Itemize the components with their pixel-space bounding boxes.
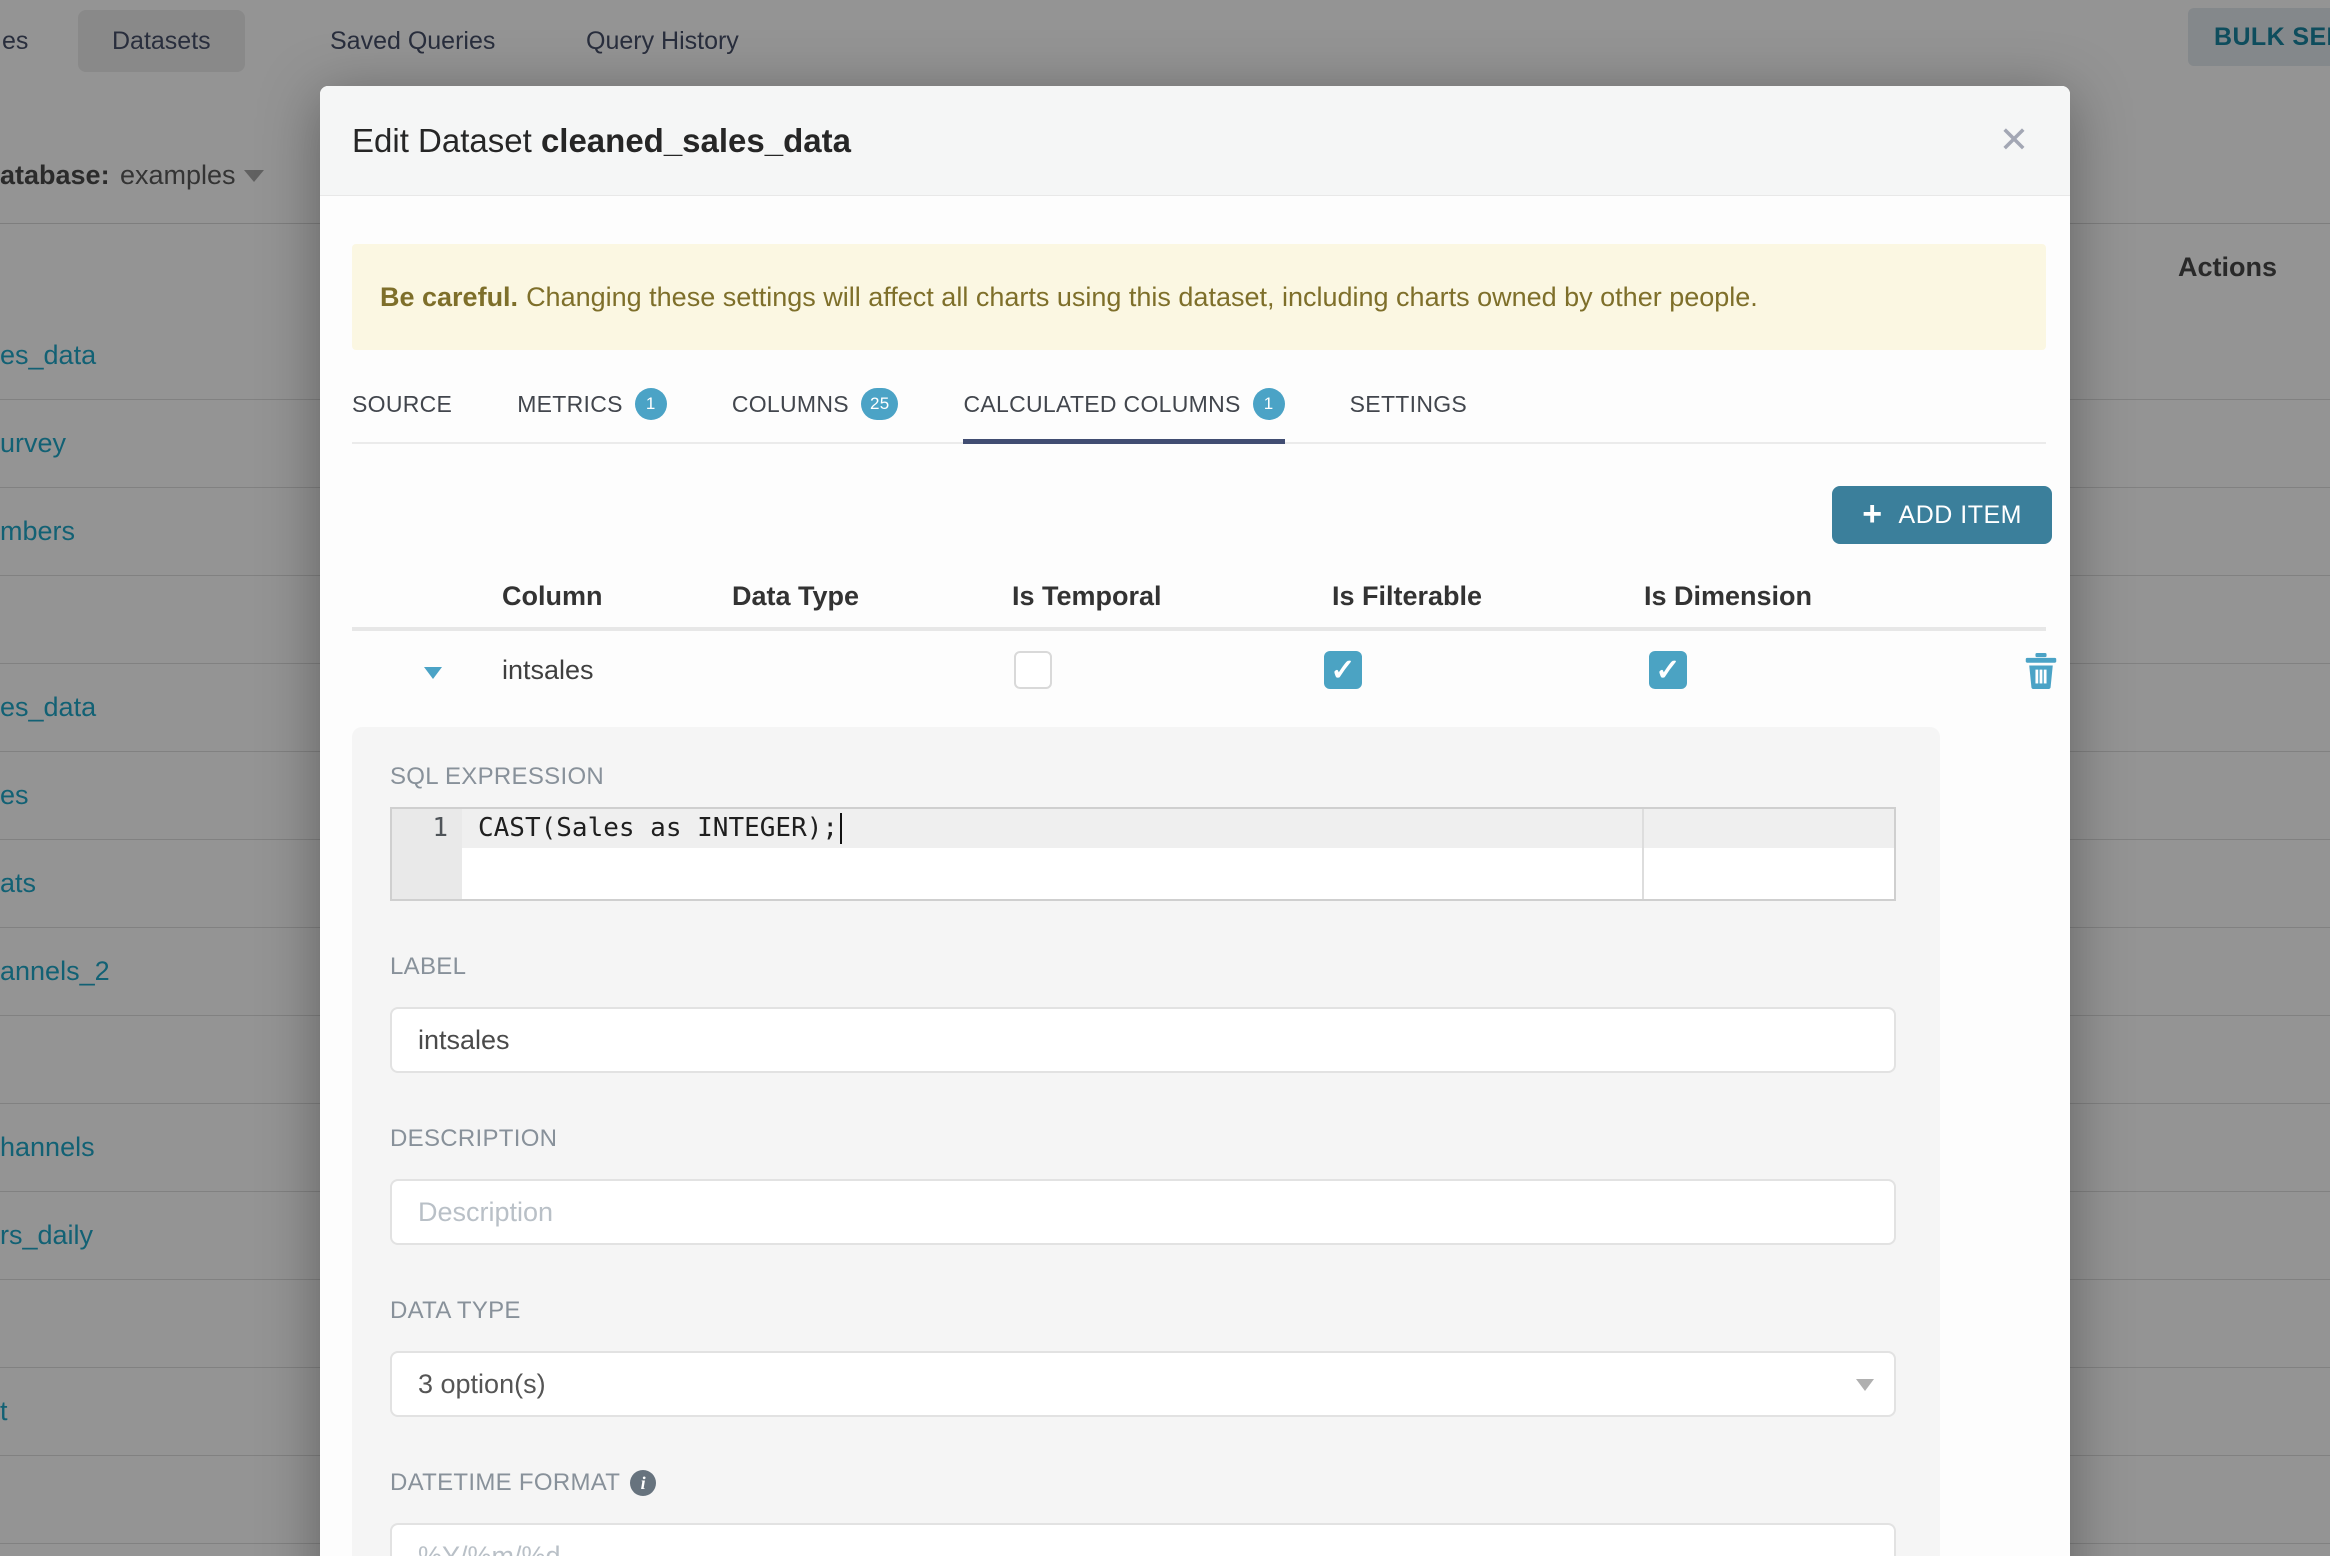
table-row: intsales ✓ ✓ (352, 631, 2057, 719)
tab-columns[interactable]: COLUMNS 25 (732, 366, 899, 442)
is-filterable-checkbox[interactable]: ✓ (1324, 651, 1362, 689)
tab-columns-badge: 25 (860, 388, 899, 420)
sql-expression-label: SQL EXPRESSION (390, 763, 605, 790)
sql-code: CAST(Sales as INTEGER); (478, 813, 839, 843)
header-data-type: Data Type (732, 581, 860, 611)
header-column: Column (502, 581, 603, 611)
add-item-button[interactable]: + ADD ITEM (1832, 486, 2052, 544)
modal-tabs: SOURCE METRICS 1 COLUMNS 25 CALCULATED C… (352, 366, 2046, 444)
description-input[interactable] (390, 1179, 1896, 1245)
editor-line-number: 1 (432, 813, 448, 843)
label-field-label: LABEL (390, 953, 467, 980)
tab-metrics-badge: 1 (634, 388, 667, 420)
modal-title-dataset-name: cleaned_sales_data (540, 121, 851, 159)
tab-settings[interactable]: SETTINGS (1350, 366, 1467, 442)
warning-banner-text: Changing these settings will affect all … (526, 281, 1758, 312)
tab-calculated-columns[interactable]: CALCULATED COLUMNS 1 (963, 366, 1285, 444)
warning-banner-bold: Be careful. (380, 281, 519, 312)
chevron-down-icon (1856, 1379, 1874, 1391)
info-icon[interactable]: i (630, 1470, 657, 1496)
calculated-column-editor-panel: SQL EXPRESSION 1 CAST(Sales as INTEGER);… (352, 727, 1940, 1556)
tab-calculated-columns-label: CALCULATED COLUMNS (963, 390, 1241, 417)
header-is-dimension: Is Dimension (1644, 581, 1813, 611)
header-is-filterable: Is Filterable (1332, 581, 1483, 611)
trash-icon[interactable] (2024, 653, 2058, 689)
add-item-label: ADD ITEM (1898, 500, 2022, 529)
data-type-field-label: DATA TYPE (390, 1297, 521, 1324)
editor-print-margin (1642, 809, 1644, 899)
tab-settings-label: SETTINGS (1349, 390, 1468, 417)
add-item-row: + ADD ITEM (352, 444, 2052, 569)
expand-caret-icon[interactable] (424, 667, 442, 679)
datetime-format-label-text: DATETIME FORMAT (390, 1469, 621, 1496)
edit-dataset-modal: Edit Dataset cleaned_sales_data ✕ Be car… (320, 86, 2070, 1556)
data-type-select[interactable]: 3 option(s) (390, 1351, 1896, 1417)
calculated-columns-table: Column Data Type Is Temporal Is Filterab… (352, 569, 2057, 727)
tab-metrics-label: METRICS (517, 390, 623, 417)
screen: es Datasets Saved Queries Query History … (0, 0, 2330, 1556)
modal-body: Be careful. Changing these settings will… (320, 244, 2070, 1556)
tab-calculated-columns-badge: 1 (1252, 388, 1285, 420)
is-temporal-checkbox[interactable] (1014, 651, 1052, 689)
tab-columns-label: COLUMNS (731, 390, 849, 417)
datetime-format-input[interactable] (390, 1523, 1896, 1556)
label-input[interactable] (390, 1007, 1896, 1073)
tab-source[interactable]: SOURCE (352, 366, 452, 442)
tab-source-label: SOURCE (352, 390, 453, 417)
data-type-value: 3 option(s) (418, 1368, 546, 1399)
close-icon[interactable]: ✕ (1982, 108, 2046, 172)
modal-title: Edit Dataset cleaned_sales_data (352, 122, 851, 160)
warning-banner: Be careful. Changing these settings will… (352, 244, 2046, 350)
modal-title-prefix: Edit Dataset (352, 121, 532, 159)
column-name: intsales (502, 655, 594, 685)
modal-header: Edit Dataset cleaned_sales_data ✕ (320, 86, 2070, 196)
sql-editor[interactable]: 1 CAST(Sales as INTEGER); (390, 807, 1896, 901)
datetime-format-field-label: DATETIME FORMAT i (390, 1469, 1900, 1497)
header-is-temporal: Is Temporal (1012, 581, 1162, 611)
is-dimension-checkbox[interactable]: ✓ (1649, 651, 1687, 689)
text-cursor (840, 813, 842, 844)
tab-metrics[interactable]: METRICS 1 (517, 366, 667, 442)
description-field-label: DESCRIPTION (390, 1125, 558, 1152)
